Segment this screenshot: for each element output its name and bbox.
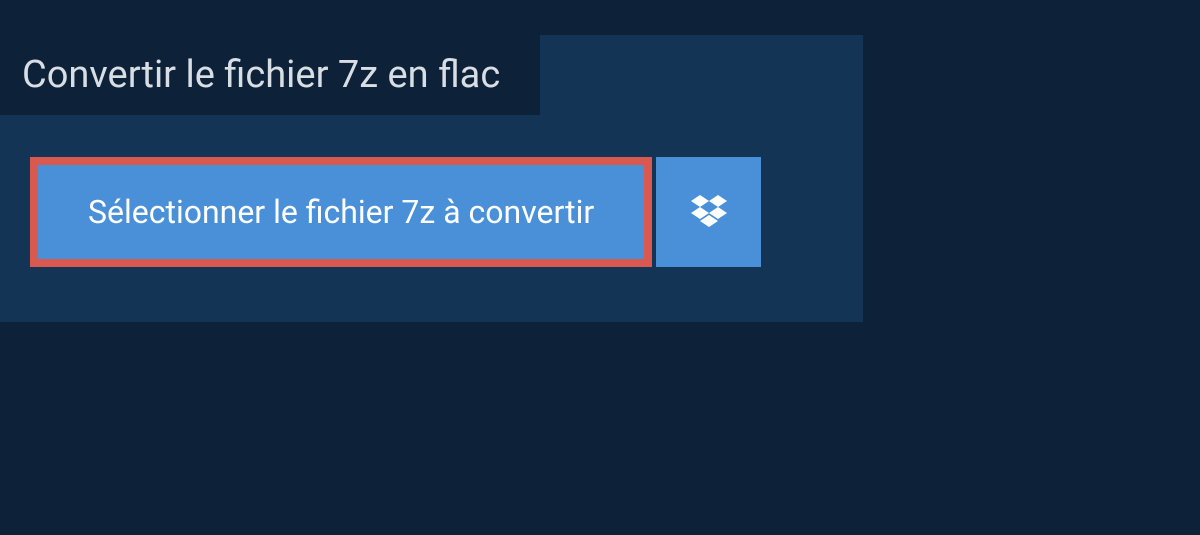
page-title: Convertir le fichier 7z en flac — [22, 53, 500, 97]
title-tab: Convertir le fichier 7z en flac — [0, 35, 540, 115]
dropbox-button[interactable] — [656, 157, 761, 267]
dropbox-icon — [691, 195, 727, 229]
button-row: Sélectionner le fichier 7z à convertir — [30, 157, 863, 267]
converter-panel: Convertir le fichier 7z en flac Sélectio… — [0, 35, 863, 322]
select-file-button[interactable]: Sélectionner le fichier 7z à convertir — [30, 157, 652, 267]
select-file-button-label: Sélectionner le fichier 7z à convertir — [88, 193, 594, 231]
